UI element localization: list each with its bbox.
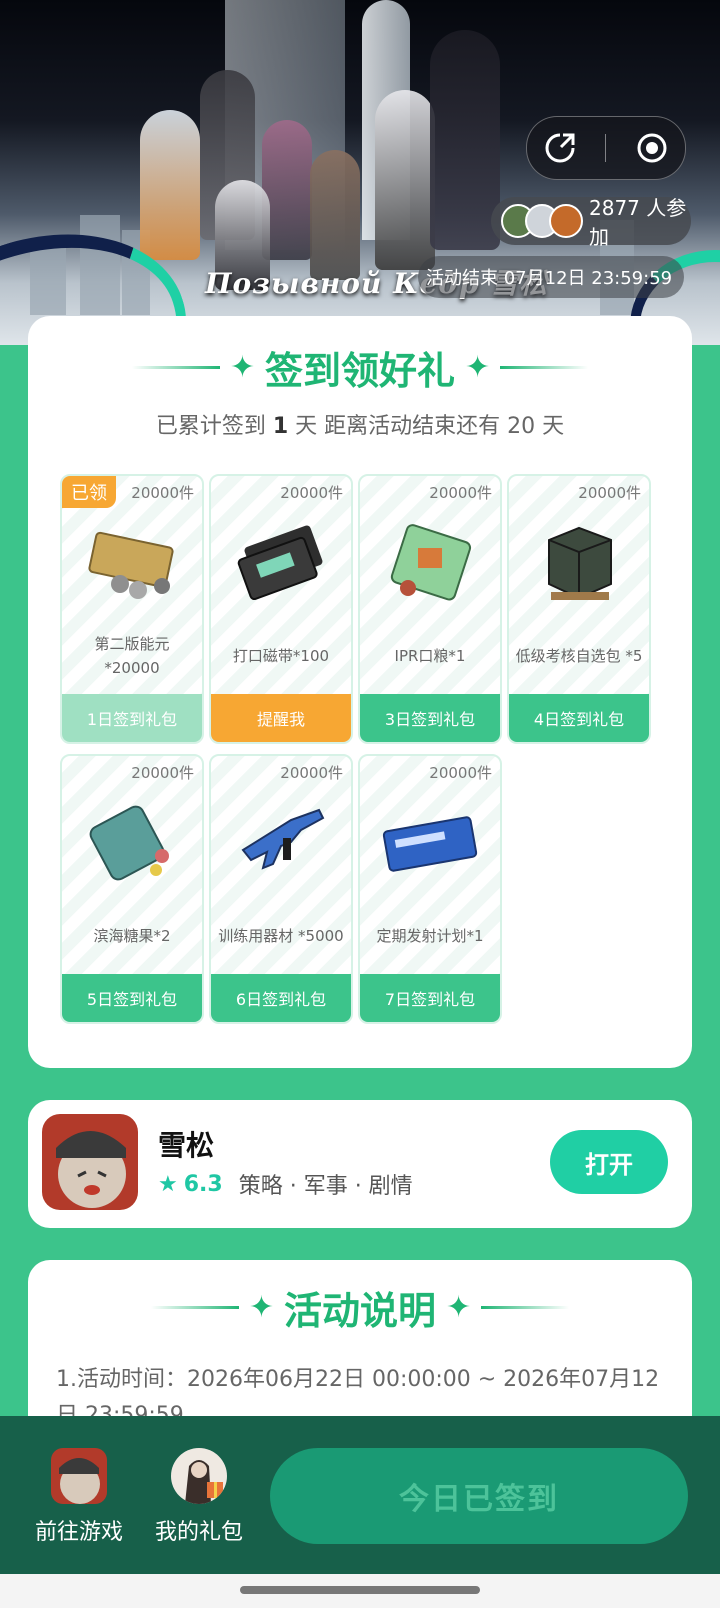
ration-pack-icon	[390, 524, 472, 601]
avatar	[549, 204, 583, 238]
launch-ticket-icon	[382, 816, 478, 872]
day6-gift-button[interactable]: 6日签到礼包	[211, 974, 351, 1022]
bottom-action-bar: 前往游戏 我的礼包 今日已签到	[0, 1416, 720, 1574]
gift-card-day6: 20000件 训练用器材 *5000 6日签到礼包	[209, 754, 353, 1024]
title-line	[500, 366, 589, 369]
gift-name: 训练用器材 *5000	[218, 927, 344, 945]
gift-quantity: 20000件	[429, 764, 492, 782]
game-thumb-icon	[51, 1448, 107, 1504]
gift-quantity: 20000件	[578, 484, 641, 502]
gift-name: 打口磁带*100	[232, 647, 330, 665]
home-indicator[interactable]	[240, 1586, 480, 1594]
day7-gift-button[interactable]: 7日签到礼包	[360, 974, 500, 1022]
gift-card-day1: 已领 20000件 第二版能元 *20000 1日签到礼包	[60, 474, 204, 744]
gift-quantity: 20000件	[131, 484, 194, 502]
title-line	[131, 366, 220, 369]
checkin-progress: 已累计签到 1 天 距离活动结束还有 20 天	[28, 408, 692, 440]
participant-avatars	[501, 204, 583, 238]
my-gifts-label: 我的礼包	[154, 1520, 243, 1545]
capsule-menu	[526, 116, 686, 180]
gift-name: 滨海糖果*2	[93, 927, 171, 945]
game-name: 雪松	[158, 1129, 215, 1162]
day4-gift-button[interactable]: 4日签到礼包	[509, 694, 649, 742]
energy-coin-icon	[88, 531, 174, 599]
game-rating: 6.3	[183, 1171, 223, 1197]
checkin-title-text: 签到领好礼	[264, 349, 455, 393]
participants-badge: 2877 人参加	[491, 196, 691, 249]
character-figure	[375, 90, 435, 270]
cassette-tape-icon	[237, 525, 323, 601]
checkin-card: ✦ 签到领好礼 ✦ 已累计签到 1 天 距离活动结束还有 20 天 已领 200…	[28, 316, 692, 1068]
gift-avatar-icon	[171, 1448, 227, 1504]
target-icon[interactable]	[632, 128, 672, 168]
signed-today-button[interactable]: 今日已签到	[270, 1448, 688, 1544]
gift-name: 定期发射计划*1	[376, 927, 484, 945]
gift-card-day2: 20000件 打口磁带*100 提醒我	[209, 474, 353, 744]
sparkle-icon: ✦	[229, 350, 255, 385]
gift-card-day3: 20000件 IPR口粮*1 3日签到礼包	[358, 474, 502, 744]
progress-suffix: 天 距离活动结束还有 20 天	[295, 414, 565, 439]
gift-quantity: 20000件	[131, 764, 194, 782]
my-gifts-button[interactable]: 我的礼包	[144, 1448, 254, 1546]
remind-me-button[interactable]: 提醒我	[211, 694, 351, 742]
day5-gift-button[interactable]: 5日签到礼包	[62, 974, 202, 1022]
capsule-divider	[605, 134, 607, 162]
gift-card-day7: 20000件 定期发射计划*1 7日签到礼包	[358, 754, 502, 1024]
gift-name: 低级考核自选包 *5	[515, 647, 643, 665]
progress-prefix: 已累计签到	[155, 414, 266, 439]
description-title: ✦ 活动说明 ✦	[28, 1280, 692, 1335]
character-figure	[140, 110, 200, 260]
gift-card-day5: 20000件 滨海糖果*2 5日签到礼包	[60, 754, 204, 1024]
sparkle-icon: ✦	[248, 1290, 274, 1325]
training-rifle-icon	[241, 808, 325, 870]
gift-card-day4: 20000件 低级考核自选包 *5 4日签到礼包	[507, 474, 651, 744]
day3-gift-button[interactable]: 3日签到礼包	[360, 694, 500, 742]
goto-game-button[interactable]: 前往游戏	[24, 1448, 134, 1546]
gift-name: IPR口粮*1	[394, 647, 466, 665]
sparkle-icon: ✦	[446, 1290, 472, 1325]
open-game-button[interactable]: 打开	[550, 1130, 668, 1194]
title-line	[150, 1306, 239, 1309]
goto-game-label: 前往游戏	[34, 1520, 123, 1545]
claimed-badge: 已领	[62, 476, 116, 508]
share-icon[interactable]	[540, 128, 580, 168]
candy-tin-icon	[89, 805, 169, 881]
description-title-text: 活动说明	[283, 1289, 436, 1333]
progress-days: 1	[272, 414, 289, 439]
game-icon[interactable]	[42, 1114, 138, 1210]
sparkle-icon: ✦	[465, 350, 491, 385]
game-meta: ★ 6.3 策略 · 军事 · 剧情	[158, 1168, 413, 1200]
gift-quantity: 20000件	[280, 484, 343, 502]
star-icon: ★	[158, 1171, 178, 1197]
checkin-title: ✦ 签到领好礼 ✦	[28, 340, 692, 395]
character-figure	[430, 30, 500, 250]
title-line	[481, 1306, 570, 1309]
game-tags: 策略 · 军事 · 剧情	[238, 1174, 413, 1199]
supply-crate-icon	[548, 526, 612, 600]
day1-gift-button[interactable]: 1日签到礼包	[62, 694, 202, 742]
character-figure	[310, 150, 360, 280]
gift-quantity: 20000件	[429, 484, 492, 502]
gift-name: 第二版能元 *20000	[94, 635, 170, 677]
gift-quantity: 20000件	[280, 764, 343, 782]
event-end-time: 活动结束 07月12日 23:59:59	[418, 256, 685, 298]
game-card[interactable]: 雪松 ★ 6.3 策略 · 军事 · 剧情 打开	[28, 1100, 692, 1228]
participants-count: 2877 人参加	[589, 196, 687, 249]
